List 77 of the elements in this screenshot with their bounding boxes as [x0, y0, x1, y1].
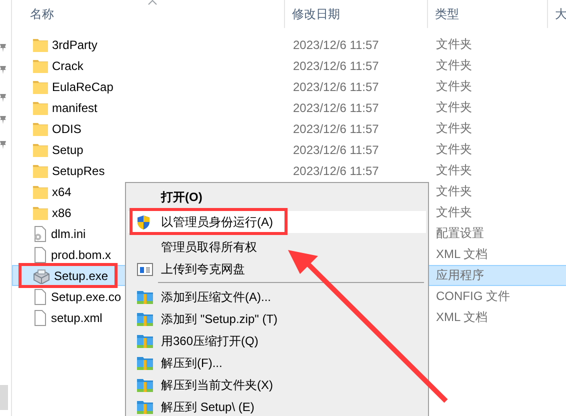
menu-item[interactable]: 上传到夸克网盘 — [128, 258, 426, 280]
menu-item[interactable]: 解压到(F)... — [128, 352, 426, 374]
installer-icon — [33, 268, 50, 284]
file-name[interactable]: manifest — [52, 100, 98, 114]
folder-icon — [33, 100, 48, 114]
file-type: 文件夹 — [436, 58, 472, 72]
file-type: 文件夹 — [436, 79, 472, 93]
folder-icon — [33, 184, 48, 198]
file-name[interactable]: Crack — [52, 58, 84, 72]
file-name[interactable]: 3rdParty — [52, 38, 98, 52]
document-icon — [33, 288, 47, 304]
shield-icon — [137, 214, 150, 230]
file-name[interactable]: x64 — [52, 184, 72, 198]
folder-icon — [33, 206, 48, 220]
folder-icon — [33, 58, 48, 72]
file-name[interactable]: ODIS — [52, 122, 82, 136]
column-header[interactable]: 修改日期 — [285, 0, 428, 28]
modified-date: 2023/12/6 11:57 — [293, 100, 379, 114]
archive-icon — [137, 378, 153, 392]
file-name[interactable]: EulaReCap — [52, 80, 114, 94]
menu-item[interactable]: 添加到 "Setup.zip" (T) — [128, 308, 426, 330]
modified-date: 2023/12/6 11:57 — [293, 80, 379, 94]
file-type: CONFIG 文件 — [436, 289, 510, 303]
file-name[interactable]: SetupRes — [52, 164, 105, 178]
archive-icon — [137, 356, 153, 370]
settings-file-icon — [33, 226, 47, 242]
file-type: 文件夹 — [436, 37, 472, 51]
menu-item[interactable]: 解压到当前文件夹(X) — [128, 374, 426, 396]
file-name[interactable]: dlm.ini — [51, 226, 86, 240]
pin-icon[interactable] — [0, 94, 6, 102]
folder-icon — [33, 142, 48, 156]
menu-item[interactable]: 打开(O) — [128, 186, 426, 208]
document-icon — [33, 310, 47, 326]
file-type: 应用程序 — [436, 268, 484, 282]
file-name[interactable]: x86 — [52, 206, 72, 220]
file-type: 文件夹 — [436, 121, 472, 135]
modified-date: 2023/12/6 11:57 — [293, 58, 379, 72]
folder-icon — [33, 38, 48, 52]
archive-icon — [137, 400, 153, 414]
file-name[interactable]: Setup — [52, 142, 84, 156]
archive-icon — [137, 334, 153, 348]
file-type: XML 文档 — [436, 247, 488, 261]
column-header[interactable]: 类型 — [428, 0, 548, 28]
column-header[interactable]: 名称 — [12, 0, 285, 28]
document-icon — [33, 246, 47, 262]
menu-item[interactable]: 管理员取得所有权 — [128, 236, 426, 258]
modified-date: 2023/12/6 11:57 — [293, 38, 379, 52]
menu-item[interactable]: 以管理员身份运行(A) — [128, 211, 426, 233]
folder-icon — [33, 122, 48, 136]
archive-icon — [137, 290, 153, 304]
modified-date: 2023/12/6 11:57 — [293, 142, 379, 156]
folder-icon — [33, 80, 48, 94]
file-type: 文件夹 — [436, 142, 472, 156]
pin-icon[interactable] — [0, 116, 6, 124]
window-icon — [137, 262, 153, 276]
pin-icon[interactable] — [0, 141, 6, 149]
file-type: 文件夹 — [436, 184, 472, 198]
file-name[interactable]: setup.xml — [51, 310, 102, 324]
file-type: 配置设置 — [436, 226, 484, 240]
file-type: XML 文档 — [436, 310, 488, 324]
sort-caret-icon — [148, 0, 157, 5]
modified-date: 2023/12/6 11:57 — [293, 164, 379, 178]
pin-icon[interactable] — [0, 66, 6, 74]
file-type: 文件夹 — [436, 205, 472, 219]
scrollbar-thumb[interactable] — [0, 385, 8, 410]
folder-icon — [33, 164, 48, 178]
menu-item[interactable]: 用360压缩打开(Q) — [128, 330, 426, 352]
file-name[interactable]: prod.bom.x — [51, 248, 112, 262]
menu-item[interactable]: 解压到 Setup\ (E) — [128, 396, 426, 416]
file-name[interactable]: Setup.exe — [54, 268, 108, 282]
file-type: 文件夹 — [436, 163, 472, 177]
pin-icon[interactable] — [0, 44, 6, 52]
file-type: 文件夹 — [436, 100, 472, 114]
archive-icon — [137, 312, 153, 326]
modified-date: 2023/12/6 11:57 — [293, 122, 379, 136]
menu-item[interactable]: 添加到压缩文件(A)... — [128, 286, 426, 308]
file-name[interactable]: Setup.exe.co — [51, 290, 122, 304]
